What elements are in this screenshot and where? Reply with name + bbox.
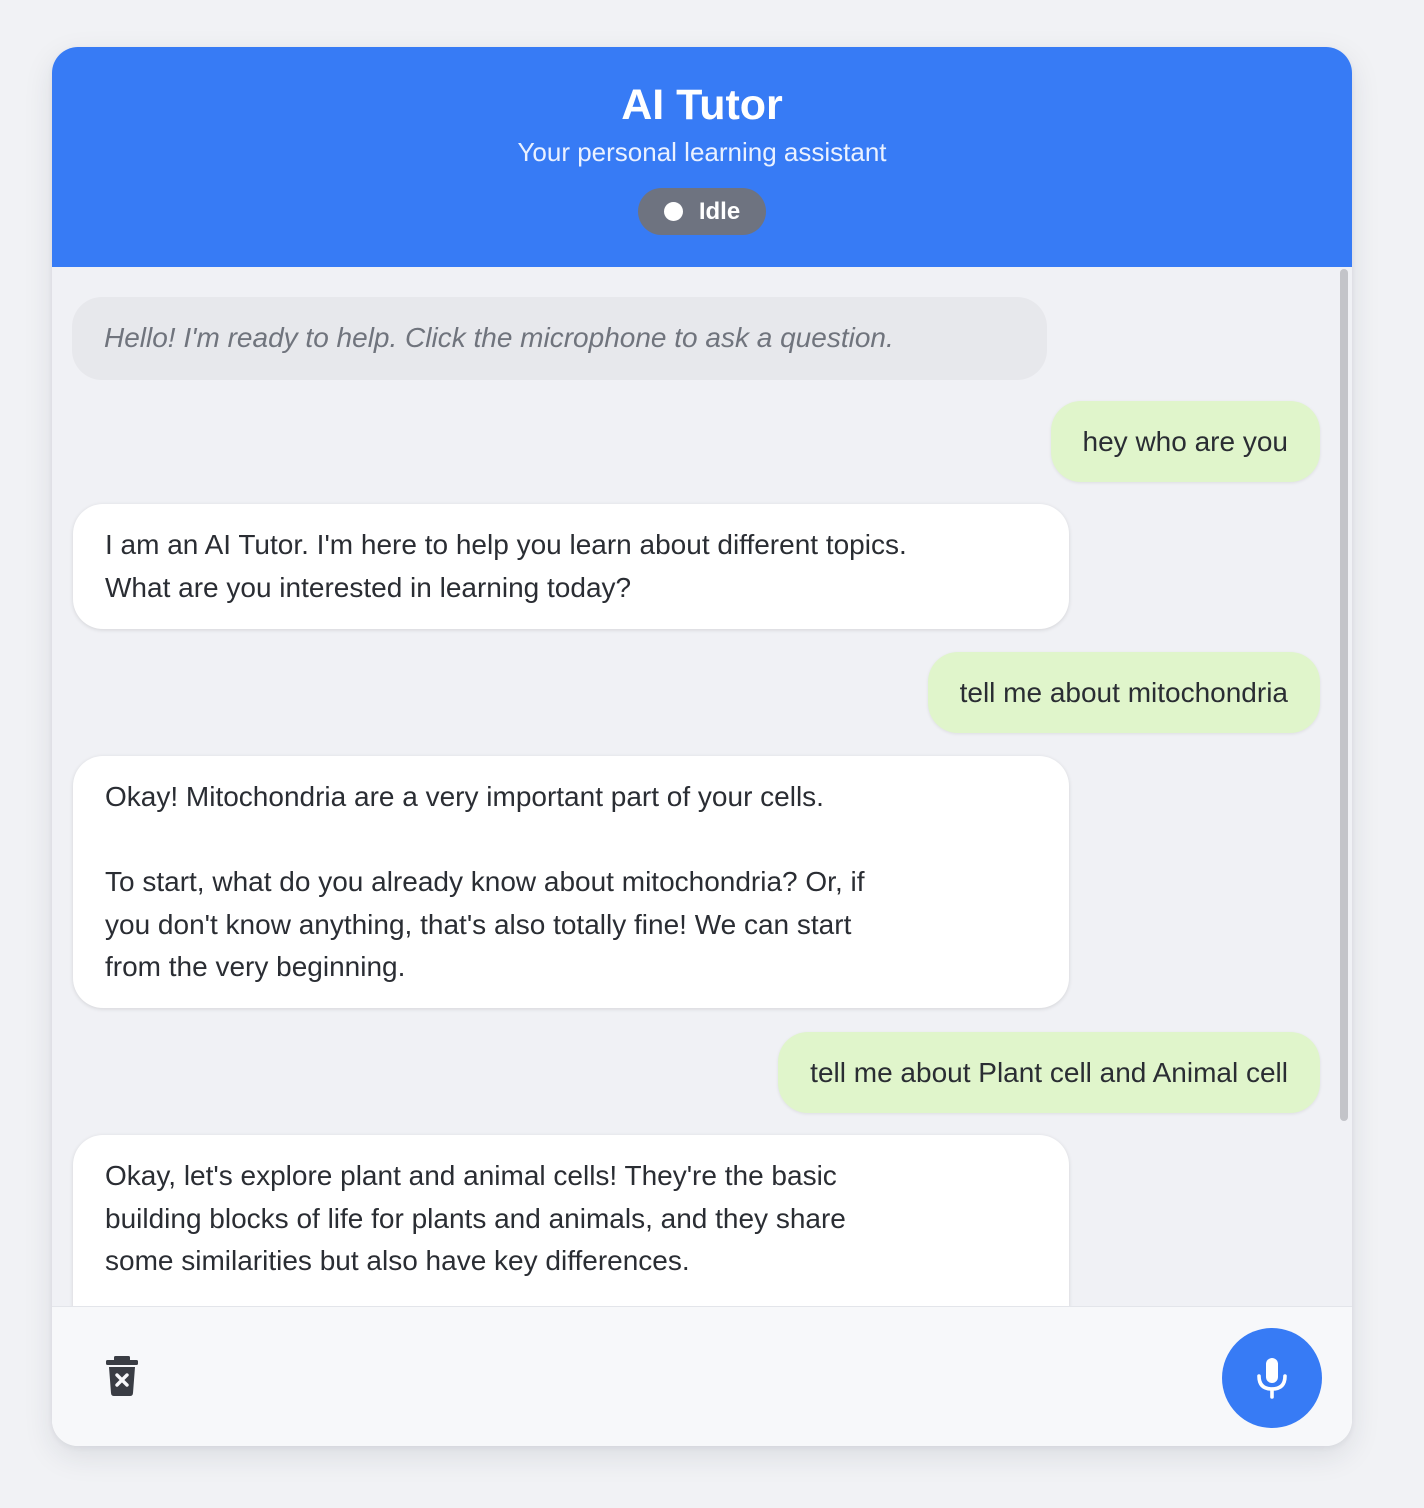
app-window: AI Tutor Your personal learning assistan… xyxy=(52,47,1352,1446)
chat-scrollbar[interactable] xyxy=(1338,267,1350,1306)
microphone-icon xyxy=(1257,1358,1287,1399)
microphone-button[interactable] xyxy=(1222,1328,1322,1428)
system-message: Hello! I'm ready to help. Click the micr… xyxy=(72,297,1047,380)
app-subtitle: Your personal learning assistant xyxy=(517,137,887,167)
assistant-message: Okay! Mitochondria are a very important … xyxy=(73,756,1069,1008)
user-message: tell me about Plant cell and Animal cell xyxy=(778,1032,1320,1113)
chat-log[interactable]: Hello! I'm ready to help. Click the micr… xyxy=(52,267,1352,1306)
footer-controls xyxy=(52,1306,1352,1446)
status-label: Idle xyxy=(698,197,741,225)
header: AI Tutor Your personal learning assistan… xyxy=(52,47,1352,267)
app-title: AI Tutor xyxy=(621,81,783,129)
assistant-message: I am an AI Tutor. I'm here to help you l… xyxy=(73,504,1069,629)
status-dot-icon xyxy=(663,202,683,221)
scrollbar-thumb[interactable] xyxy=(1340,269,1348,1121)
status-badge: Idle xyxy=(638,188,766,235)
clear-chat-button[interactable] xyxy=(105,1356,139,1396)
user-message: tell me about mitochondria xyxy=(927,652,1320,733)
user-message: hey who are you xyxy=(1050,401,1320,482)
trash-icon xyxy=(106,1356,138,1396)
assistant-message: Okay, let's explore plant and animal cel… xyxy=(73,1135,1069,1306)
